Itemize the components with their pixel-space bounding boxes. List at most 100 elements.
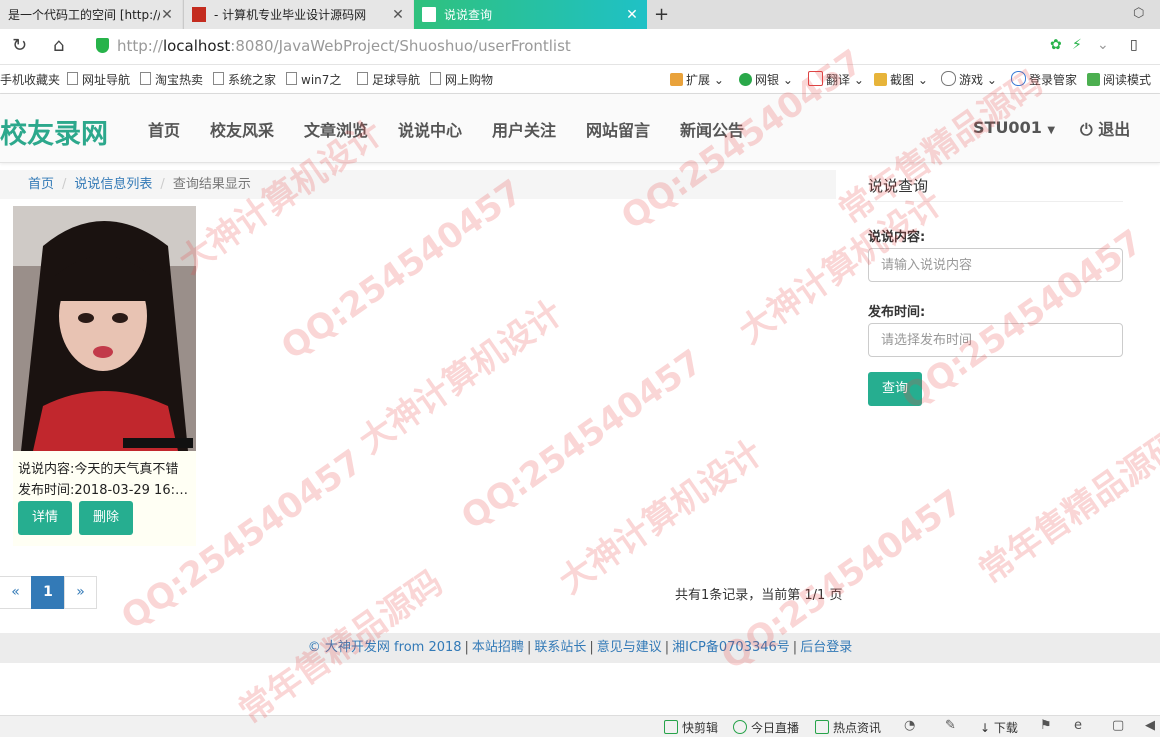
- play-circle-icon: [733, 720, 747, 734]
- toolbar-label: 游戏: [959, 73, 984, 87]
- brush-icon[interactable]: ✎: [945, 718, 956, 733]
- toolbar-label: 截图: [890, 73, 915, 87]
- browser-tab-3-label: 说说查询: [444, 8, 493, 22]
- site-brand[interactable]: 校友录网: [0, 112, 108, 151]
- toolbar-reading-mode[interactable]: 阅读模式: [1087, 71, 1151, 88]
- nav-articles[interactable]: 文章浏览: [304, 117, 368, 141]
- watermark-text: 大神计算机设计: [352, 292, 570, 463]
- bookmark-win7[interactable]: win7之: [286, 71, 341, 88]
- sidebar-title: 说说查询: [868, 177, 929, 195]
- toolbar-screenshot[interactable]: 截图 ⌄: [874, 71, 928, 88]
- watermark-text: QQ:254540457: [274, 172, 531, 368]
- record-count: 共有1条记录，当前第 1/1 页: [675, 588, 843, 603]
- browser-tab-active[interactable]: 说说查询 ✕: [414, 0, 647, 29]
- status-news[interactable]: 热点资讯: [815, 719, 881, 736]
- close-icon[interactable]: ✕: [625, 7, 639, 23]
- browser-tab-1-label: 是一个代码工的空间 [http://2: [8, 8, 160, 22]
- bookmark-nav[interactable]: 网址导航: [67, 71, 130, 88]
- speed-icon[interactable]: ◔: [904, 718, 915, 733]
- key-icon: [1011, 71, 1026, 86]
- pagination-next[interactable]: »: [64, 576, 97, 609]
- chevron-down-icon[interactable]: ⌄: [1097, 37, 1109, 53]
- bookmark-shopping[interactable]: 网上购物: [430, 71, 493, 88]
- close-icon[interactable]: ✕: [160, 7, 174, 23]
- toolbar-extensions[interactable]: 扩展 ⌄: [670, 71, 724, 88]
- footer-link-admin[interactable]: 后台登录: [800, 640, 852, 655]
- breadcrumb: 首页 / 说说信息列表 / 查询结果显示: [0, 170, 836, 199]
- nav-home[interactable]: 首页: [148, 117, 180, 141]
- toolbar-translate[interactable]: 翻译 ⌄: [808, 71, 864, 88]
- bookmark-mobile[interactable]: 手机收藏夹: [0, 71, 60, 88]
- delete-button[interactable]: 删除: [79, 501, 134, 535]
- logout-link[interactable]: ⏻ 退出: [1080, 116, 1130, 140]
- page-icon: [286, 72, 297, 85]
- phone-icon[interactable]: ▯: [1130, 37, 1138, 53]
- query-button[interactable]: 查询: [868, 372, 922, 406]
- bookmark-taobao[interactable]: 淘宝热卖: [140, 71, 203, 88]
- page-icon: [422, 7, 436, 22]
- pagination-prev[interactable]: «: [0, 576, 32, 609]
- status-live[interactable]: 今日直播: [733, 719, 799, 736]
- status-download[interactable]: ↓ 下载: [980, 719, 1018, 736]
- accelerate-icon[interactable]: ✿: [1050, 37, 1062, 53]
- flag-icon[interactable]: ⚑: [1040, 718, 1052, 733]
- nav-news[interactable]: 新闻公告: [680, 117, 744, 141]
- time-search-input[interactable]: [868, 323, 1123, 357]
- page-icon: [67, 72, 78, 85]
- footer-link-jobs[interactable]: 本站招聘: [472, 640, 524, 655]
- skin-icon[interactable]: ⬡: [1133, 6, 1144, 21]
- home-icon[interactable]: ⌂: [53, 35, 64, 56]
- new-tab-icon[interactable]: +: [654, 4, 669, 25]
- bookmark-football[interactable]: 足球导航: [357, 71, 420, 88]
- page-icon: [140, 72, 151, 85]
- nav-messages[interactable]: 网站留言: [586, 117, 650, 141]
- window-icon[interactable]: ▢: [1112, 718, 1124, 733]
- toolbar-login-manager[interactable]: 登录管家: [1011, 71, 1077, 88]
- time-label: 发布时间:: [868, 305, 926, 320]
- user-photo[interactable]: [13, 206, 196, 451]
- browser-tab-2[interactable]: - 计算机专业毕业设计源码网 ✕: [183, 0, 413, 29]
- browser-tab-2-label: - 计算机专业毕业设计源码网: [214, 8, 367, 22]
- browser-tabstrip: 是一个代码工的空间 [http://2 ✕ - 计算机专业毕业设计源码网 ✕ 说…: [0, 0, 1160, 29]
- close-icon[interactable]: ✕: [391, 7, 405, 23]
- detail-button[interactable]: 详情: [18, 501, 73, 535]
- bookmark-label: 系统之家: [228, 73, 277, 87]
- pagination: « 1 »: [0, 576, 97, 609]
- reload-icon[interactable]: ↻: [12, 35, 27, 56]
- content-search-input[interactable]: [868, 248, 1123, 282]
- user-menu[interactable]: STU001 ▼: [973, 118, 1055, 137]
- breadcrumb-home[interactable]: 首页: [28, 177, 54, 192]
- power-icon: ⏻: [1080, 120, 1093, 139]
- ie-icon[interactable]: e: [1074, 718, 1082, 733]
- status-label: 热点资讯: [833, 721, 882, 735]
- browser-tab-1[interactable]: 是一个代码工的空间 [http://2 ✕: [0, 0, 182, 29]
- breadcrumb-current: 查询结果显示: [172, 177, 251, 192]
- bookmark-label: 网上购物: [445, 73, 494, 87]
- user-name: STU001: [973, 118, 1042, 137]
- shuoshuo-time: 发布时间:2018-03-29 16:00:00: [18, 483, 190, 498]
- pagination-page[interactable]: 1: [31, 576, 65, 609]
- page-icon: [357, 72, 368, 85]
- caret-down-icon: ▼: [1047, 125, 1056, 136]
- bookmark-xitong[interactable]: 系统之家: [213, 71, 276, 88]
- status-label: 快剪辑: [682, 721, 719, 735]
- grid-icon: [670, 73, 683, 86]
- toolbar-label: 阅读模式: [1103, 73, 1152, 87]
- sound-icon[interactable]: ◀: [1145, 718, 1155, 733]
- toolbar-bank[interactable]: 网银 ⌄: [739, 71, 793, 88]
- toolbar-games[interactable]: 游戏 ⌄: [941, 71, 997, 88]
- watermark-text: 常年售精品源码: [972, 422, 1160, 593]
- footer-link-contact[interactable]: 联系站长: [534, 640, 586, 655]
- nav-alumni[interactable]: 校友风采: [210, 117, 274, 141]
- browser-statusbar: 快剪辑 今日直播 热点资讯 ◔ ✎ ↓ 下载 ⚑ e ▢ ◀: [0, 715, 1160, 737]
- nav-follow[interactable]: 用户关注: [492, 117, 556, 141]
- lightning-icon[interactable]: ⚡: [1072, 37, 1082, 53]
- footer-link-feedback[interactable]: 意见与建议: [597, 640, 662, 655]
- status-label: 今日直播: [751, 721, 800, 735]
- footer-link-icp[interactable]: 湘ICP备0703346号: [672, 640, 790, 655]
- toolbar-label: 扩展: [686, 73, 711, 87]
- status-kuaijianji[interactable]: 快剪辑: [664, 719, 718, 736]
- breadcrumb-list[interactable]: 说说信息列表: [74, 177, 152, 192]
- nav-shuoshuo[interactable]: 说说中心: [398, 117, 462, 141]
- url-field[interactable]: http://localhost:8080/JavaWebProject/Shu…: [117, 37, 571, 55]
